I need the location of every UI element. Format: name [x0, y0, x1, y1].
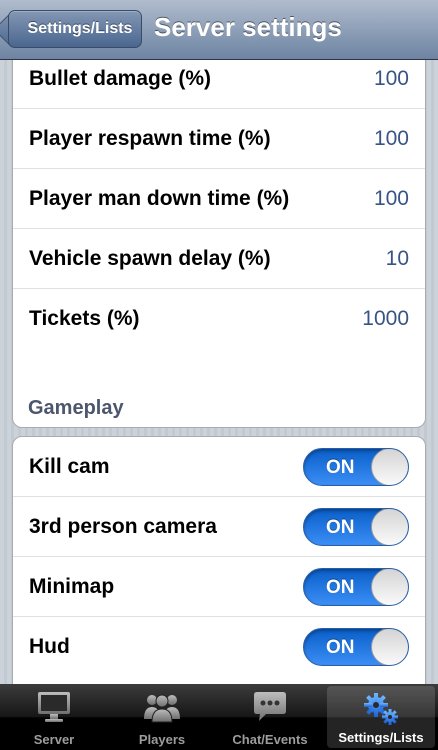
setting-value: 100 — [373, 66, 409, 90]
gears-icon — [364, 693, 398, 725]
setting-value: 100 — [373, 186, 409, 210]
setting-label: Player respawn time (%) — [29, 126, 271, 150]
toggle-label: Hud — [29, 635, 70, 658]
setting-value: 10 — [385, 246, 409, 270]
page-title: Server settings — [154, 12, 342, 42]
toggle-label: Kill cam — [29, 454, 110, 478]
players-icon — [144, 694, 180, 723]
hud-switch[interactable]: ON — [303, 628, 409, 666]
tab-players[interactable]: Players — [108, 684, 216, 750]
tab-settings-lists[interactable]: Settings/Lists — [327, 686, 435, 748]
toggle-row-3rd-person-camera: 3rd person camera ON — [13, 497, 425, 557]
toggle-label: Minimap — [29, 574, 115, 598]
setting-value: 1000 — [362, 307, 409, 330]
back-button[interactable]: Settings/Lists — [8, 10, 142, 48]
tab-chat-events[interactable]: Chat/Events — [216, 684, 324, 750]
navigation-bar: Settings/Lists Server settings — [0, 0, 438, 60]
setting-row-player-respawn-time[interactable]: Player respawn time (%) 100 — [13, 109, 425, 169]
setting-row-tickets[interactable]: Tickets (%) 1000 — [13, 289, 425, 349]
toggle-row-minimap: Minimap ON — [13, 557, 425, 617]
monitor-icon — [38, 692, 70, 722]
setting-label: Vehicle spawn delay (%) — [29, 246, 271, 270]
switch-knob — [371, 508, 408, 545]
switch-state-text: ON — [326, 637, 355, 658]
setting-row-vehicle-spawn-delay[interactable]: Vehicle spawn delay (%) 10 — [13, 229, 425, 289]
tab-label: Chat/Events — [232, 732, 308, 747]
setting-row-bullet-damage[interactable]: Bullet damage (%) 100 — [13, 60, 425, 109]
switch-state-text: ON — [326, 516, 355, 538]
tab-label: Players — [138, 732, 186, 747]
tab-bar: Server Players Chat/Events Settings/List… — [0, 684, 438, 750]
3rd-person-camera-switch[interactable]: ON — [303, 507, 409, 546]
gameplay-settings-group: Kill cam ON 3rd person camera ON Minimap… — [12, 436, 426, 684]
server-settings-group: Bullet damage (%) 100 Player respawn tim… — [12, 60, 426, 428]
back-button-label: Settings/Lists — [27, 20, 133, 37]
chat-bubble-icon — [254, 692, 286, 721]
switch-knob — [371, 629, 408, 665]
switch-knob — [371, 448, 408, 485]
section-header-gameplay: Gameplay — [28, 397, 124, 419]
setting-value: 100 — [373, 126, 409, 150]
minimap-switch[interactable]: ON — [303, 567, 409, 606]
tab-server[interactable]: Server — [0, 684, 108, 750]
setting-label: Player man down time (%) — [29, 186, 290, 210]
setting-label: Bullet damage (%) — [29, 66, 212, 90]
settings-content[interactable]: Bullet damage (%) 100 Player respawn tim… — [0, 60, 438, 684]
tab-label: Server — [33, 732, 75, 747]
switch-state-text: ON — [326, 456, 355, 478]
setting-label: Tickets (%) — [29, 307, 140, 330]
tab-label: Settings/Lists — [338, 730, 424, 745]
switch-state-text: ON — [326, 576, 355, 598]
toggle-row-kill-cam: Kill cam ON — [13, 437, 425, 497]
toggle-row-hud: Hud ON — [13, 617, 425, 677]
kill-cam-switch[interactable]: ON — [303, 447, 409, 486]
setting-row-player-man-down-time[interactable]: Player man down time (%) 100 — [13, 169, 425, 229]
switch-knob — [371, 568, 408, 605]
toggle-label: 3rd person camera — [29, 514, 217, 538]
